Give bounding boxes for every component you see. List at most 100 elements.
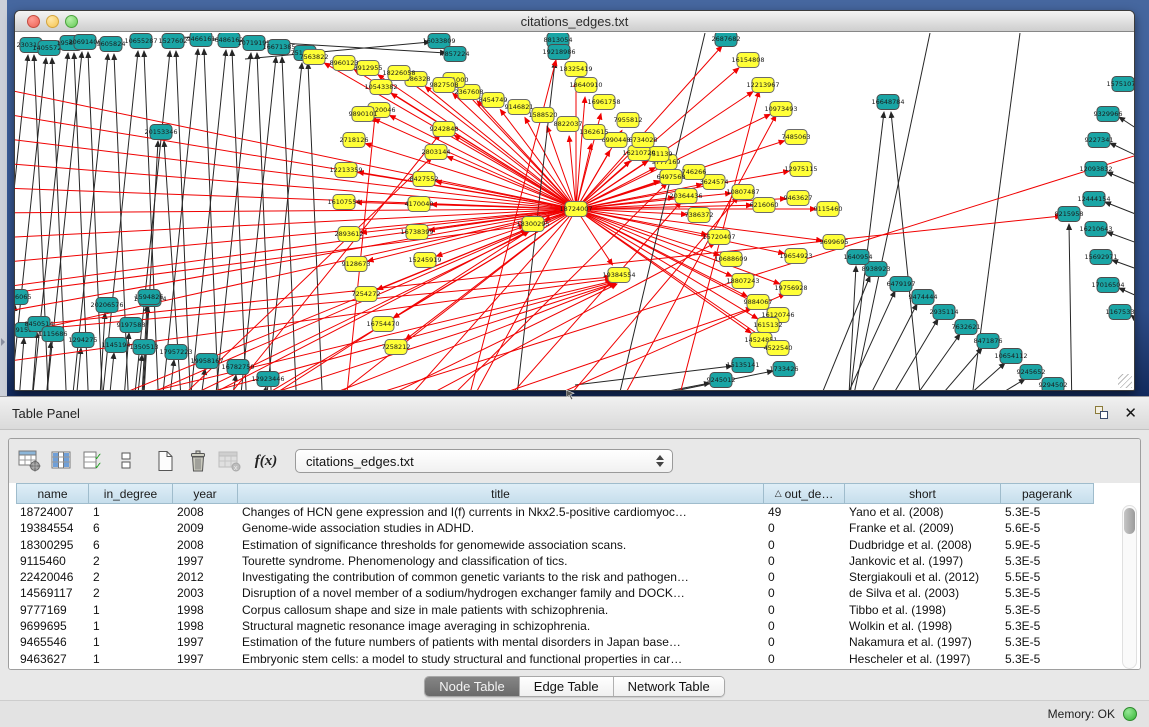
graph-node[interactable]: 1362615 xyxy=(580,125,609,140)
show-columns-button[interactable] xyxy=(49,448,75,474)
network-graph[interactable]: 2303158140557241958438206914069605824106… xyxy=(15,33,1134,390)
graph-node[interactable]: 7632621 xyxy=(952,320,981,335)
table-cell[interactable]: 2008 xyxy=(173,504,238,520)
graph-node[interactable]: 20364436 xyxy=(669,189,702,204)
graph-node[interactable]: 10688609 xyxy=(714,252,747,267)
table-cell[interactable]: 5.3E-5 xyxy=(1001,553,1094,569)
table-row[interactable]: 1456911722003Disruption of a novel membe… xyxy=(9,585,1140,601)
zoom-window-button[interactable] xyxy=(65,15,78,28)
panel-collapse-icon[interactable] xyxy=(1,338,5,346)
column-header-title[interactable]: title xyxy=(238,483,764,504)
graph-node[interactable]: 9197588 xyxy=(117,318,146,333)
graph-node[interactable]: 2893612 xyxy=(335,227,364,242)
graph-node[interactable]: 7258212 xyxy=(382,340,411,355)
graph-node[interactable]: 8427552 xyxy=(410,172,439,187)
table-row[interactable]: 946362711997Embryonic stem cells: a mode… xyxy=(9,651,1140,667)
table-cell[interactable]: 6 xyxy=(89,537,173,553)
graph-node[interactable]: 9605824 xyxy=(97,37,126,52)
graph-node[interactable]: 8960123 xyxy=(330,56,359,71)
table-cell[interactable]: 2 xyxy=(89,569,173,585)
table-cell[interactable]: Nakamura et al. (1997) xyxy=(845,634,1001,650)
table-cell[interactable]: 1 xyxy=(89,651,173,667)
graph-node[interactable]: 1640954 xyxy=(844,250,873,265)
graph-node[interactable]: 9242848 xyxy=(430,122,459,137)
table-cell[interactable]: Hescheler et al. (1997) xyxy=(845,651,1001,667)
graph-node[interactable]: 1167533 xyxy=(1106,305,1134,320)
table-cell[interactable]: 5.3E-5 xyxy=(1001,602,1094,618)
table-cell[interactable]: 2009 xyxy=(173,520,238,536)
table-row[interactable]: 1938455462009Genome-wide association stu… xyxy=(9,520,1140,536)
table-cell[interactable]: Investigating the contribution of common… xyxy=(238,569,764,585)
graph-node[interactable]: 6479197 xyxy=(887,277,916,292)
table-cell[interactable]: 18300295 xyxy=(16,537,89,553)
table-cell[interactable]: Genome-wide association studies in ADHD. xyxy=(238,520,764,536)
graph-node[interactable]: 16782759 xyxy=(221,360,254,375)
graph-node[interactable]: 2516065 xyxy=(15,290,31,305)
graph-node[interactable]: 9699695 xyxy=(820,235,849,250)
table-cell[interactable]: 1997 xyxy=(173,634,238,650)
network-canvas[interactable]: 2303158140557241958438206914069605824106… xyxy=(15,33,1134,390)
graph-node[interactable]: 8215958 xyxy=(1055,207,1084,222)
minimize-window-button[interactable] xyxy=(46,15,59,28)
tab-network-table[interactable]: Network Table xyxy=(614,677,724,696)
table-cell[interactable]: 0 xyxy=(764,618,845,634)
table-cell[interactable]: 2 xyxy=(89,553,173,569)
table-selector-dropdown[interactable]: citations_edges.txt xyxy=(295,449,673,473)
graph-node[interactable]: 4170040 xyxy=(405,197,434,212)
table-cell[interactable]: 5.6E-5 xyxy=(1001,520,1094,536)
graph-node[interactable]: 9245012 xyxy=(707,373,736,388)
table-mode-button[interactable] xyxy=(17,448,43,474)
graph-node[interactable]: 9227341 xyxy=(1085,133,1114,148)
graph-node[interactable]: 1527602 xyxy=(159,34,188,49)
table-row[interactable]: 911546021997Tourette syndrome. Phenomeno… xyxy=(9,553,1140,569)
table-cell[interactable]: 2 xyxy=(89,585,173,601)
table-cell[interactable]: 5.5E-5 xyxy=(1001,569,1094,585)
table-cell[interactable]: 9115460 xyxy=(16,553,89,569)
graph-node[interactable]: 7955812 xyxy=(614,113,643,128)
graph-node[interactable]: 7857224 xyxy=(441,47,470,62)
graph-node[interactable]: 9146821 xyxy=(505,100,534,115)
table-cell[interactable]: Disruption of a novel member of a sodium… xyxy=(238,585,764,601)
table-cell[interactable]: 22420046 xyxy=(16,569,89,585)
graph-node[interactable]: 9890101 xyxy=(349,107,378,122)
table-cell[interactable]: 5.3E-5 xyxy=(1001,651,1094,667)
graph-node[interactable]: 18640910 xyxy=(569,78,602,93)
graph-node[interactable]: 4522540 xyxy=(764,341,793,356)
graph-node[interactable]: 1350513 xyxy=(130,340,159,355)
graph-node[interactable]: 19384554 xyxy=(602,268,635,283)
graph-node[interactable]: 10654112 xyxy=(994,349,1027,364)
graph-node[interactable]: 8471876 xyxy=(974,334,1003,349)
table-cell[interactable]: Tourette syndrome. Phenomenology and cla… xyxy=(238,553,764,569)
table-cell[interactable]: Embryonic stem cells: a model to study s… xyxy=(238,651,764,667)
graph-node[interactable]: 6216060 xyxy=(750,198,779,213)
table-cell[interactable]: 18724007 xyxy=(16,504,89,520)
table-cell[interactable]: 1 xyxy=(89,634,173,650)
table-cell[interactable]: 0 xyxy=(764,553,845,569)
graph-node[interactable]: 12213967 xyxy=(746,78,779,93)
graph-node[interactable]: 16648784 xyxy=(871,95,904,110)
delete-table-button[interactable] xyxy=(185,448,211,474)
table-cell[interactable]: 2003 xyxy=(173,585,238,601)
graph-node[interactable]: 10543382 xyxy=(364,80,397,95)
column-header-out-degree[interactable]: △out_de… xyxy=(764,483,845,504)
table-cell[interactable]: 0 xyxy=(764,569,845,585)
graph-node[interactable]: 7254272 xyxy=(352,287,381,302)
table-cell[interactable]: Dudbridge et al. (2008) xyxy=(845,537,1001,553)
table-cell[interactable]: 0 xyxy=(764,520,845,536)
table-cell[interactable]: 5.3E-5 xyxy=(1001,585,1094,601)
graph-node[interactable]: 9463627 xyxy=(784,191,813,206)
table-cell[interactable]: 2008 xyxy=(173,537,238,553)
table-cell[interactable]: Estimation of significance thresholds fo… xyxy=(238,537,764,553)
graph-node[interactable]: 16210643 xyxy=(1079,222,1112,237)
table-cell[interactable]: 1998 xyxy=(173,602,238,618)
table-cell[interactable]: Tibbo et al. (1998) xyxy=(845,602,1001,618)
table-row[interactable]: 1830029562008Estimation of significance … xyxy=(9,537,1140,553)
table-panel-header[interactable]: Table Panel ✕ xyxy=(0,396,1149,430)
graph-node[interactable]: 7485063 xyxy=(782,130,811,145)
graph-node[interactable]: 20153346 xyxy=(144,125,177,140)
table-cell[interactable]: 14569117 xyxy=(16,585,89,601)
table-cell[interactable]: 5.3E-5 xyxy=(1001,504,1094,520)
graph-node[interactable]: 20206576 xyxy=(90,298,123,313)
graph-node[interactable]: 1594826 xyxy=(135,290,164,305)
graph-node[interactable]: 19756928 xyxy=(774,281,807,296)
